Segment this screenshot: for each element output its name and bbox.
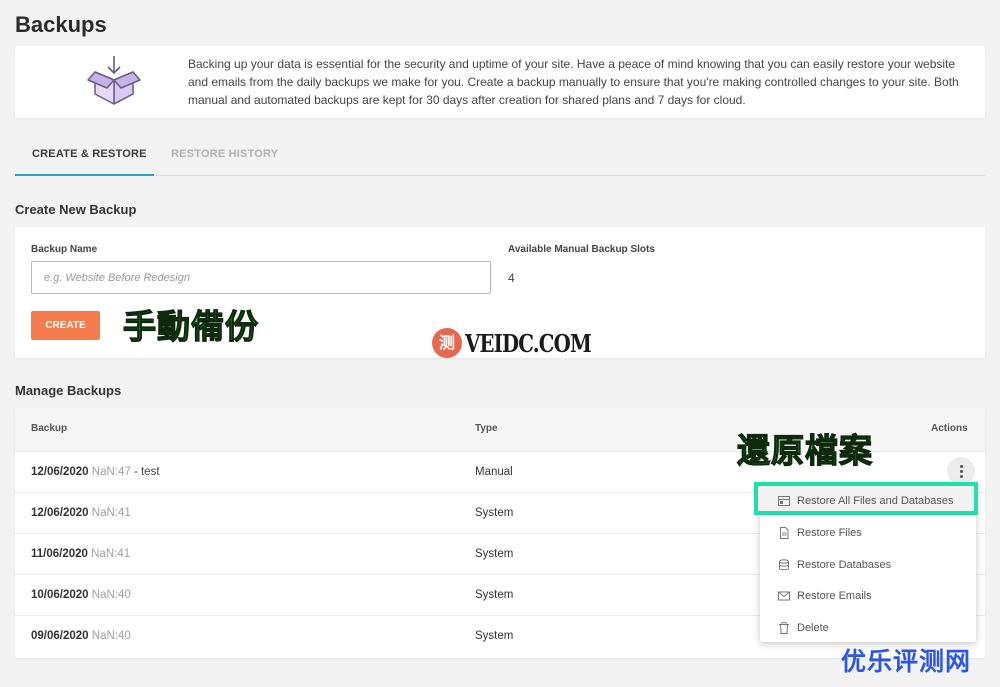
restore-files-annotation: 還原檔案 [736, 430, 873, 470]
menu-item-label: Restore Databases [797, 558, 892, 571]
row-date: 12/06/2020 NaN:47 - test [31, 466, 160, 478]
date-text: 09/06/2020 [31, 630, 89, 642]
create-section-title: Create New Backup [15, 202, 137, 217]
box-download-icon [87, 56, 141, 105]
row-date: 10/06/2020 NaN:40 [31, 589, 131, 601]
slots-label: Available Manual Backup Slots [508, 244, 655, 255]
row-type: System [475, 630, 514, 642]
page-title: Backups [15, 12, 107, 37]
backup-info-text: Backing up your data is essential for th… [188, 57, 959, 107]
menu-item-label: Restore Files [797, 526, 862, 539]
row-date: 12/06/2020 NaN:41 [31, 507, 131, 519]
info-card: Backing up your data is essential for th… [15, 46, 985, 118]
date-text: 12/06/2020 [31, 507, 89, 519]
watermark-text: VEIDC.COM [465, 329, 592, 358]
time-text: NaN:41 [91, 507, 131, 519]
database-icon [779, 558, 789, 570]
time-text: NaN:40 [91, 589, 131, 601]
create-button[interactable]: CREATE [31, 311, 100, 340]
row-type: System [475, 548, 514, 560]
menu-item-delete[interactable]: Delete [760, 612, 976, 643]
column-actions: Actions [931, 423, 968, 434]
row-actions-kebab-icon[interactable] [947, 457, 975, 485]
row-date: 11/06/2020 NaN:41 [31, 548, 130, 560]
date-text: 11/06/2020 [31, 548, 88, 560]
date-text: 10/06/2020 [31, 589, 89, 601]
slots-value: 4 [508, 271, 515, 285]
site-watermark: 优乐评测网 [841, 647, 972, 676]
tab-restore-history[interactable]: RESTORE HISTORY [171, 148, 278, 160]
menu-item-restore-databases[interactable]: Restore Databases [760, 549, 976, 580]
tab-divider [15, 175, 985, 176]
restore-all-icon [778, 495, 790, 506]
row-type: Manual [475, 466, 513, 478]
column-backup: Backup [31, 423, 68, 434]
date-text: 12/06/2020 [31, 466, 89, 478]
row-type: System [475, 507, 514, 519]
tab-create-restore[interactable]: CREATE & RESTORE [32, 148, 147, 160]
row-date: 09/06/2020 NaN:40 [31, 630, 131, 642]
menu-item-restore-files[interactable]: Restore Files [760, 517, 976, 548]
menu-item-label: Delete [797, 621, 829, 634]
manual-backup-annotation: 手動備份 [122, 306, 259, 346]
menu-item-label: Restore Emails [797, 589, 872, 602]
active-tab-indicator [15, 174, 154, 176]
note-text: - test [130, 466, 160, 478]
mail-icon [778, 591, 790, 600]
actions-dropdown-menu: Restore All Files and Databases Restore … [754, 482, 978, 643]
watermark-badge: 测 [432, 328, 462, 358]
backup-name-input[interactable] [31, 261, 491, 294]
backup-name-label: Backup Name [31, 244, 98, 255]
menu-item-label: Restore All Files and Databases [797, 494, 954, 507]
menu-item-restore-emails[interactable]: Restore Emails [760, 580, 976, 611]
time-text: NaN:41 [91, 548, 131, 560]
trash-icon [779, 621, 789, 634]
manage-section-title: Manage Backups [15, 383, 122, 398]
column-type: Type [475, 423, 498, 434]
file-icon [780, 526, 789, 539]
time-text: NaN:40 [91, 630, 131, 642]
menu-item-restore-all[interactable]: Restore All Files and Databases [760, 485, 976, 516]
time-text: NaN:47 [91, 466, 131, 478]
row-type: System [475, 589, 514, 601]
